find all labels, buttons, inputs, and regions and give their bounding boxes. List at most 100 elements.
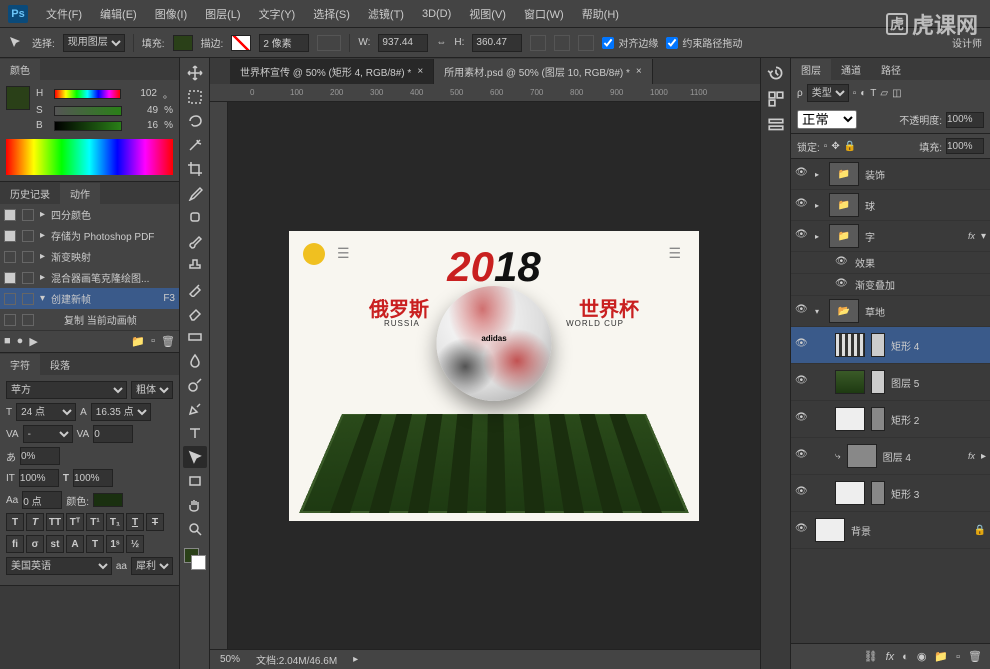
tab-channels[interactable]: 通道 [831, 59, 871, 80]
doc-tab-2[interactable]: 所用素材.psd @ 50% (图层 10, RGB/8#) *× [434, 59, 653, 84]
record-icon[interactable]: ● [17, 335, 24, 348]
layer-group[interactable]: 👁▾📂草地 [791, 296, 990, 327]
visibility-icon[interactable]: 👁 [795, 486, 809, 500]
tsume[interactable] [20, 447, 60, 465]
stroke-swatch[interactable] [231, 35, 251, 51]
layer-filter[interactable]: 类型 [807, 84, 849, 102]
layer-fx[interactable]: 👁渐变叠加 [791, 274, 990, 296]
visibility-icon[interactable]: 👁 [795, 229, 809, 243]
st-btn[interactable]: st [46, 535, 64, 553]
layer-item[interactable]: 👁矩形 2 [791, 401, 990, 438]
font-style-select[interactable]: 粗体 [131, 381, 173, 399]
ord-btn[interactable]: 1ˢ [106, 535, 124, 553]
leading[interactable]: 16.35 点 [91, 403, 151, 421]
bri-slider[interactable] [54, 121, 122, 131]
layer-background[interactable]: 👁背景🔒 [791, 512, 990, 549]
properties-icon[interactable] [767, 116, 785, 134]
close-icon[interactable]: × [636, 66, 642, 77]
hue-slider[interactable] [54, 89, 121, 99]
action-item[interactable]: ▸存储为 Photoshop PDF [0, 225, 179, 246]
gradient-tool[interactable] [183, 326, 207, 348]
action-item[interactable]: ▸混合器画笔克隆绘图... [0, 267, 179, 288]
filter-type-icon[interactable]: T [870, 88, 876, 99]
font-size[interactable]: 24 点 [16, 403, 76, 421]
color-spectrum[interactable] [6, 139, 173, 175]
layer-fx[interactable]: 👁效果 [791, 252, 990, 274]
swatches-icon[interactable] [767, 90, 785, 108]
visibility-icon[interactable]: 👁 [795, 167, 809, 181]
action-item[interactable]: ▸四分颜色 [0, 204, 179, 225]
action-item[interactable]: ▾创建新帧F3 [0, 288, 179, 309]
titl-btn[interactable]: T [86, 535, 104, 553]
caps-btn[interactable]: TT [46, 513, 64, 531]
visibility-icon[interactable]: 👁 [795, 338, 809, 352]
marquee-tool[interactable] [183, 86, 207, 108]
tab-actions[interactable]: 动作 [60, 183, 100, 204]
lock-all-icon[interactable]: 🔒 [844, 141, 856, 152]
close-icon[interactable]: × [417, 66, 423, 77]
move-tool[interactable] [183, 62, 207, 84]
workspace-label[interactable]: 设计师 [952, 35, 982, 50]
tab-history[interactable]: 历史记录 [0, 183, 60, 204]
menu-select[interactable]: 选择(S) [305, 2, 358, 26]
visibility-icon[interactable]: 👁 [835, 256, 849, 270]
layer-select[interactable]: 现用图层 [63, 34, 125, 52]
rectangle-tool[interactable] [183, 470, 207, 492]
layer-group[interactable]: 👁▸📁球 [791, 190, 990, 221]
smallcaps-btn[interactable]: Tᵀ [66, 513, 84, 531]
brush-tool[interactable] [183, 230, 207, 252]
action-item[interactable]: ▸渐变映射 [0, 246, 179, 267]
history-icon[interactable] [767, 64, 785, 82]
layer-item[interactable]: 👁矩形 4 [791, 327, 990, 364]
stroke-width[interactable] [259, 34, 309, 52]
lang-select[interactable]: 美国英语 [6, 557, 112, 575]
fill-input[interactable] [946, 138, 984, 154]
layer-item[interactable]: 👁⤷图层 4fx▸ [791, 438, 990, 475]
filter-adj-icon[interactable]: ◐ [860, 88, 866, 99]
filter-smart-icon[interactable]: ◫ [892, 88, 901, 99]
bold-btn[interactable]: T [6, 513, 24, 531]
align-edges-check[interactable]: 对齐边缘 [602, 35, 658, 50]
baseline[interactable] [22, 491, 62, 509]
doc-tab-1[interactable]: 世界杯宣传 @ 50% (矩形 4, RGB/8#) *× [230, 59, 434, 84]
zoom-tool[interactable] [183, 518, 207, 540]
filter-shape-icon[interactable]: ▱ [880, 88, 888, 99]
menu-view[interactable]: 视图(V) [461, 2, 514, 26]
link-icon[interactable]: ⇔ [436, 37, 446, 48]
kerning[interactable]: - [23, 425, 73, 443]
text-color-swatch[interactable] [93, 493, 123, 507]
constrain-check[interactable]: 约束路径拖动 [666, 35, 742, 50]
underline-btn[interactable]: T [126, 513, 144, 531]
blend-mode[interactable]: 正常 [797, 110, 857, 129]
lock-pixels-icon[interactable]: ▫ [824, 141, 828, 152]
layer-group[interactable]: 👁▸📁装饰 [791, 159, 990, 190]
menu-type[interactable]: 文字(Y) [251, 2, 304, 26]
tracking[interactable] [93, 425, 133, 443]
arrange-icon[interactable] [578, 35, 594, 51]
sub-btn[interactable]: T₁ [106, 513, 124, 531]
filter-pixel-icon[interactable]: ▫ [853, 88, 857, 99]
canvas[interactable]: ☰ ☰ 2018 俄罗斯 世界杯 RUSSIA WORLD CUP [228, 102, 760, 649]
adjustment-icon[interactable]: ◉ [917, 650, 927, 663]
visibility-icon[interactable]: 👁 [795, 412, 809, 426]
new-layer-icon[interactable]: ▫ [956, 651, 960, 663]
tab-layers[interactable]: 图层 [791, 59, 831, 80]
group-icon[interactable]: 📁 [934, 650, 948, 663]
width-input[interactable] [378, 34, 428, 52]
sat-slider[interactable] [54, 106, 122, 116]
aa-select[interactable]: 犀利 [131, 557, 173, 575]
fx-icon[interactable]: fx [886, 651, 895, 663]
frac-btn[interactable]: ½ [126, 535, 144, 553]
layer-item[interactable]: 👁图层 5 [791, 364, 990, 401]
lasso-tool[interactable] [183, 110, 207, 132]
font-select[interactable]: 苹方 [6, 381, 127, 399]
menu-file[interactable]: 文件(F) [38, 2, 90, 26]
blur-tool[interactable] [183, 350, 207, 372]
ot-btn[interactable]: σ [26, 535, 44, 553]
crop-tool[interactable] [183, 158, 207, 180]
menu-edit[interactable]: 编辑(E) [92, 2, 145, 26]
new-icon[interactable]: ▫ [151, 335, 155, 348]
lock-position-icon[interactable]: ✥ [831, 141, 839, 152]
hscale[interactable] [73, 469, 113, 487]
link-layers-icon[interactable]: ⛓ [864, 650, 878, 663]
